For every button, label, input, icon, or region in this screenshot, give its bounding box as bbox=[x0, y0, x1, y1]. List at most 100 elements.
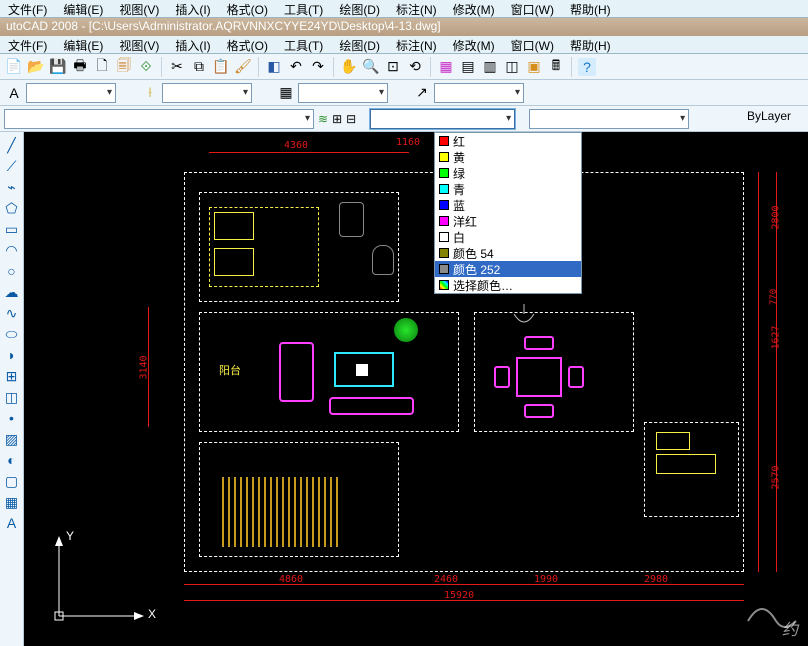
calc-icon[interactable]: 🖩 bbox=[547, 58, 565, 76]
ellipse-arc-icon[interactable]: ◗ bbox=[3, 346, 21, 364]
print-icon[interactable]: 🖶 bbox=[71, 58, 89, 76]
menu-help[interactable]: 帮助(H) bbox=[562, 0, 619, 17]
color-item-252[interactable]: 颜色 252 bbox=[435, 261, 581, 277]
menu-format[interactable]: 格式(O) bbox=[219, 0, 276, 17]
match-icon[interactable]: 🖌 bbox=[234, 58, 252, 76]
color-item-blue[interactable]: 蓝 bbox=[435, 197, 581, 213]
model-space[interactable]: 红 黄 绿 青 蓝 洋红 白 颜色 54 颜色 252 选择颜色… 4360 1… bbox=[24, 132, 808, 646]
open-icon[interactable]: 📂 bbox=[27, 58, 45, 76]
dmenu-tools[interactable]: 工具(T) bbox=[276, 36, 331, 53]
dmenu-help[interactable]: 帮助(H) bbox=[562, 36, 619, 53]
design-center-icon[interactable]: ▤ bbox=[459, 58, 477, 76]
menu-edit[interactable]: 编辑(E) bbox=[55, 0, 111, 17]
bed-1 bbox=[209, 207, 319, 287]
axis-y-label: Y bbox=[66, 529, 74, 543]
tablestyle-icon[interactable]: ▦ bbox=[277, 84, 295, 102]
menu-modify[interactable]: 修改(M) bbox=[445, 0, 503, 17]
dim-b2: 2460 bbox=[434, 574, 458, 585]
properties-icon[interactable]: ▦ bbox=[437, 58, 455, 76]
new-icon[interactable]: 📄 bbox=[5, 58, 23, 76]
3d-icon[interactable]: ⟐ bbox=[137, 58, 155, 76]
arc-icon[interactable]: ◠ bbox=[3, 241, 21, 259]
menu-file[interactable]: 文件(F) bbox=[0, 0, 55, 17]
markup-icon[interactable]: ▣ bbox=[525, 58, 543, 76]
ucs-icon: Y X bbox=[44, 531, 154, 631]
mleader-dropdown[interactable] bbox=[434, 83, 524, 103]
dmenu-dim[interactable]: 标注(N) bbox=[388, 36, 445, 53]
cut-icon[interactable]: ✂ bbox=[168, 58, 186, 76]
dmenu-window[interactable]: 窗口(W) bbox=[503, 36, 562, 53]
mleader-icon[interactable]: ↗ bbox=[413, 84, 431, 102]
plot-preview-icon[interactable]: 🗋 bbox=[93, 58, 111, 76]
rectangle-icon[interactable]: ▭ bbox=[3, 220, 21, 238]
main-area: ╱ ⟋ ⌁ ⬠ ▭ ◠ ○ ☁ ∿ ⬭ ◗ ⊞ ◫ • ▨ ◐ ▢ ▦ A 红 … bbox=[0, 132, 808, 646]
copy-icon[interactable]: ⧉ bbox=[190, 58, 208, 76]
paste-icon[interactable]: 📋 bbox=[212, 58, 230, 76]
zoom-prev-icon[interactable]: ⟲ bbox=[406, 58, 424, 76]
dimstyle-icon[interactable]: ⟊ bbox=[141, 84, 159, 102]
undo-icon[interactable]: ↶ bbox=[287, 58, 305, 76]
hatch-icon[interactable]: ▨ bbox=[3, 430, 21, 448]
styles-toolbar: A ⟊ ▦ ↗ bbox=[0, 80, 808, 106]
spline-icon[interactable]: ∿ bbox=[3, 304, 21, 322]
textstyle-dropdown[interactable] bbox=[26, 83, 116, 103]
menu-window[interactable]: 窗口(W) bbox=[503, 0, 562, 17]
zoom-win-icon[interactable]: ⊡ bbox=[384, 58, 402, 76]
menu-view[interactable]: 视图(V) bbox=[111, 0, 167, 17]
xline-icon[interactable]: ⟋ bbox=[3, 157, 21, 175]
dmenu-draw[interactable]: 绘图(D) bbox=[331, 36, 388, 53]
zoom-rt-icon[interactable]: 🔍 bbox=[362, 58, 380, 76]
polygon-icon[interactable]: ⬠ bbox=[3, 199, 21, 217]
dimstyle-dropdown[interactable] bbox=[162, 83, 252, 103]
color-item-54[interactable]: 颜色 54 bbox=[435, 245, 581, 261]
dmenu-insert[interactable]: 插入(I) bbox=[167, 36, 218, 53]
circle-icon[interactable]: ○ bbox=[3, 262, 21, 280]
color-item-magenta[interactable]: 洋红 bbox=[435, 213, 581, 229]
menu-insert[interactable]: 插入(I) bbox=[167, 0, 218, 17]
dmenu-view[interactable]: 视图(V) bbox=[111, 36, 167, 53]
layer-prev-icon[interactable]: ⊞ bbox=[332, 112, 342, 126]
block-insert-icon[interactable]: ⊞ bbox=[3, 367, 21, 385]
dmenu-format[interactable]: 格式(O) bbox=[219, 36, 276, 53]
menu-dim[interactable]: 标注(N) bbox=[388, 0, 445, 17]
publish-icon[interactable]: 🗐 bbox=[115, 58, 133, 76]
textstyle-icon[interactable]: A bbox=[5, 84, 23, 102]
table-icon[interactable]: ▦ bbox=[3, 493, 21, 511]
color-dropdown-trigger[interactable] bbox=[370, 109, 515, 129]
dmenu-edit[interactable]: 编辑(E) bbox=[55, 36, 111, 53]
sheet-set-icon[interactable]: ◫ bbox=[503, 58, 521, 76]
help-icon[interactable]: ? bbox=[578, 58, 596, 76]
layer-walk-icon[interactable]: ⊟ bbox=[346, 112, 356, 126]
dim-top-1: 4360 bbox=[284, 140, 308, 151]
color-item-red[interactable]: 红 bbox=[435, 133, 581, 149]
pendant bbox=[489, 302, 559, 332]
dmenu-file[interactable]: 文件(F) bbox=[0, 36, 55, 53]
layer-dropdown[interactable] bbox=[4, 109, 314, 129]
ellipse-icon[interactable]: ⬭ bbox=[3, 325, 21, 343]
color-item-white[interactable]: 白 bbox=[435, 229, 581, 245]
region-icon[interactable]: ▢ bbox=[3, 472, 21, 490]
color-item-cyan[interactable]: 青 bbox=[435, 181, 581, 197]
mtext-icon[interactable]: A bbox=[3, 514, 21, 532]
make-block-icon[interactable]: ◫ bbox=[3, 388, 21, 406]
tablestyle-dropdown[interactable] bbox=[298, 83, 388, 103]
menu-draw[interactable]: 绘图(D) bbox=[331, 0, 388, 17]
color-item-green[interactable]: 绿 bbox=[435, 165, 581, 181]
dmenu-modify[interactable]: 修改(M) bbox=[445, 36, 503, 53]
bylayer-label: ByLayer bbox=[734, 106, 804, 123]
redo-icon[interactable]: ↷ bbox=[309, 58, 327, 76]
menu-tools[interactable]: 工具(T) bbox=[276, 0, 331, 17]
save-icon[interactable]: 💾 bbox=[49, 58, 67, 76]
pan-icon[interactable]: ✋ bbox=[340, 58, 358, 76]
line-icon[interactable]: ╱ bbox=[3, 136, 21, 154]
color-item-yellow[interactable]: 黄 bbox=[435, 149, 581, 165]
revcloud-icon[interactable]: ☁ bbox=[3, 283, 21, 301]
tool-palette-icon[interactable]: ▥ bbox=[481, 58, 499, 76]
pline-icon[interactable]: ⌁ bbox=[3, 178, 21, 196]
linetype-dropdown[interactable] bbox=[529, 109, 689, 129]
layer-states-icon[interactable]: ≋ bbox=[318, 112, 328, 126]
gradient-icon[interactable]: ◐ bbox=[3, 451, 21, 469]
point-icon[interactable]: • bbox=[3, 409, 21, 427]
block-icon[interactable]: ◧ bbox=[265, 58, 283, 76]
color-item-select[interactable]: 选择颜色… bbox=[435, 277, 581, 293]
